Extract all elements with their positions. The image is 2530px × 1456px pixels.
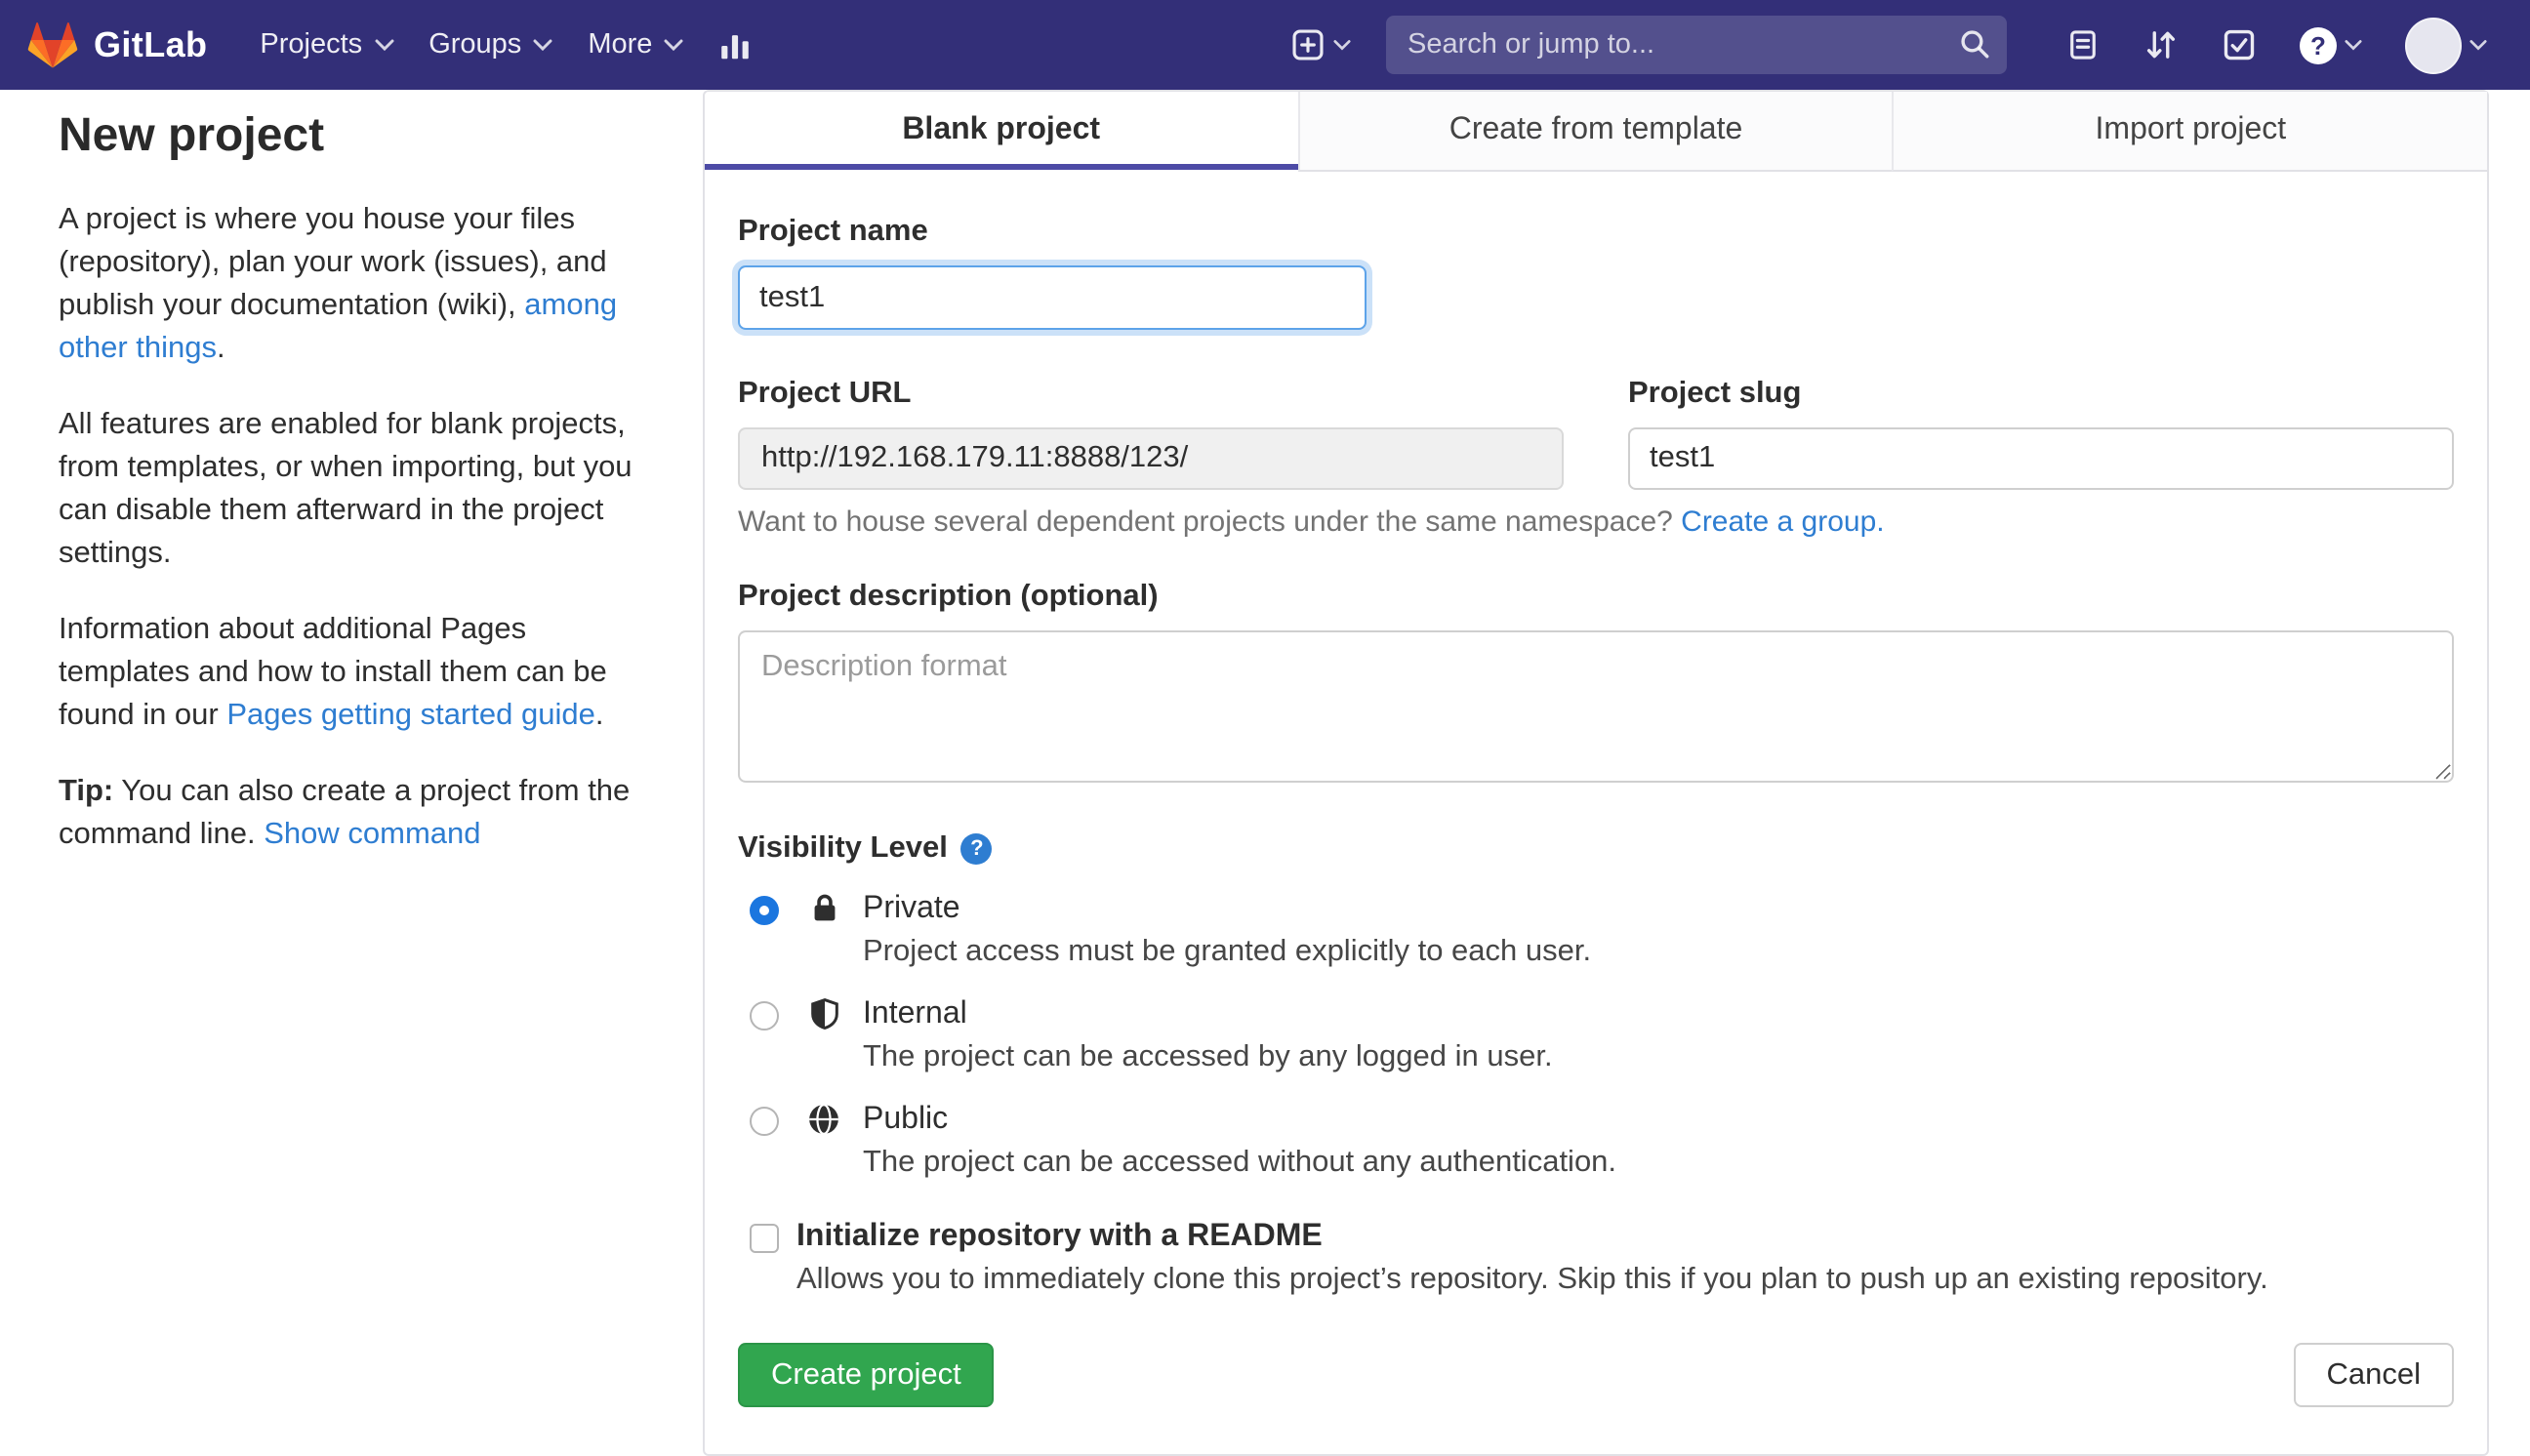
navbar-left: GitLab Projects Groups More [27,15,769,75]
nav-projects-menu[interactable]: Projects [242,18,411,72]
tab-create-from-template[interactable]: Create from template [1297,92,1893,172]
help-menu-button[interactable]: ? [2284,15,2378,75]
sidebar-paragraph-3: Information about additional Pages templ… [59,609,652,738]
sidebar-paragraph-2: All features are enabled for blank proje… [59,408,632,570]
navbar-right: ? [1263,5,2503,85]
nav-projects-label: Projects [260,29,363,61]
chevron-down-icon [664,39,683,51]
cancel-button[interactable]: Cancel [2293,1343,2454,1407]
merge-requests-button[interactable] [2128,16,2194,74]
issues-icon [2070,30,2096,60]
new-item-menu-button[interactable] [1275,16,1367,74]
private-option-text: Private Project access must be granted e… [863,890,1591,972]
readme-option-title: Initialize repository with a README [796,1220,1323,1253]
project-description-label: Project description (optional) [738,580,1159,613]
plus-square-icon [1292,29,1324,61]
gitlab-new-project-page: GitLab Projects Groups More Search or ju… [0,0,2530,1456]
visibility-option-internal: Internal The project can be accessed by … [738,995,2454,1077]
public-option-text: Public The project can be accessed witho… [863,1101,1616,1183]
nav-more-menu[interactable]: More [570,18,701,72]
visibility-help-icon[interactable]: ? [960,833,993,865]
user-menu-button[interactable] [2389,5,2503,85]
search-input[interactable] [1386,16,2007,74]
tab-import-project[interactable]: Import project [1892,92,2488,172]
bar-chart-icon [721,34,750,59]
public-option-title: Public [863,1103,949,1136]
global-search [1386,16,2007,74]
issues-button[interactable] [2050,16,2116,74]
readme-option-text: Initialize repository with a README Allo… [796,1218,2268,1300]
help-text: Want to house several dependent projects… [738,506,1682,539]
top-navbar: GitLab Projects Groups More Search or ju… [0,0,2530,90]
lock-icon [802,890,845,927]
project-type-tabs: Blank project Create from template Impor… [705,92,2488,172]
chevron-down-icon [374,39,393,51]
namespace-help-text: Want to house several dependent projects… [738,506,2454,541]
chevron-down-icon [2345,40,2362,51]
private-option-description: Project access must be granted explicitl… [863,935,1592,968]
shield-icon [802,995,845,1032]
project-description-textarea[interactable] [738,630,2454,783]
public-radio[interactable] [750,1107,779,1136]
paragraph-text: . [217,332,225,365]
internal-option-description: The project can be accessed by any logge… [863,1040,1553,1073]
todo-check-icon [2224,29,2255,61]
new-project-sidebar: New project A project is where you house… [0,90,703,890]
internal-option-title: Internal [863,997,967,1031]
project-slug-label: Project slug [1628,377,1802,410]
project-name-label: Project name [738,215,928,248]
project-slug-input[interactable] [1628,427,2454,490]
visibility-option-private: Private Project access must be granted e… [738,890,2454,972]
globe-icon [802,1101,845,1138]
sidebar-paragraph-1: A project is where you house your files … [59,199,652,371]
new-project-panel: Blank project Create from template Impor… [703,90,2489,1456]
readme-option: Initialize repository with a README Allo… [738,1218,2454,1300]
chevron-down-icon [533,39,552,51]
blank-project-form: Project name Project URL http://192.168.… [705,172,2487,1454]
page-title: New project [59,109,325,162]
brand-name: GitLab [94,24,208,63]
url-slug-row: Project URL http://192.168.179.11:8888/1… [738,377,2454,490]
merge-request-icon [2146,31,2176,59]
public-option-description: The project can be accessed without any … [863,1146,1617,1179]
private-option-title: Private [863,892,960,925]
create-project-button[interactable]: Create project [738,1343,995,1407]
private-radio[interactable] [750,896,779,925]
internal-option-text: Internal The project can be accessed by … [863,995,1553,1077]
chevron-down-icon [1333,40,1351,51]
chevron-down-icon [2469,40,2487,51]
user-avatar [2405,17,2462,73]
gitlab-home-link[interactable]: GitLab [27,20,207,69]
project-name-input[interactable] [738,265,1367,330]
form-actions: Create project Cancel [738,1343,2454,1407]
tanuki-logo-icon [27,21,78,67]
page-body: New project A project is where you house… [0,90,2530,1456]
pages-guide-link[interactable]: Pages getting started guide [226,699,594,732]
todos-button[interactable] [2206,16,2272,74]
project-slug-column: Project slug [1628,377,2454,490]
nav-groups-menu[interactable]: Groups [411,18,570,72]
nav-analytics-button[interactable] [701,15,769,75]
project-url-label: Project URL [738,377,912,410]
nav-groups-label: Groups [428,29,522,61]
tip-label: Tip: [59,775,114,808]
visibility-level-label: Visibility Level ? [738,831,2454,867]
project-url-namespace-select[interactable]: http://192.168.179.11:8888/123/ [738,427,1564,490]
create-a-group-link[interactable]: Create a group. [1681,506,1884,539]
visibility-level-text: Visibility Level [738,831,948,865]
help-question-icon: ? [2300,26,2337,63]
paragraph-text: . [594,699,604,732]
project-url-column: Project URL http://192.168.179.11:8888/1… [738,377,1564,490]
search-icon [1961,30,1989,59]
nav-more-label: More [588,29,653,61]
readme-checkbox[interactable] [750,1224,779,1253]
show-command-link[interactable]: Show command [264,818,480,851]
sidebar-tip: Tip: You can also create a project from … [59,771,652,857]
visibility-option-public: Public The project can be accessed witho… [738,1101,2454,1183]
tab-blank-project[interactable]: Blank project [705,92,1298,172]
internal-radio[interactable] [750,1001,779,1031]
readme-option-description: Allows you to immediately clone this pro… [796,1263,2268,1296]
